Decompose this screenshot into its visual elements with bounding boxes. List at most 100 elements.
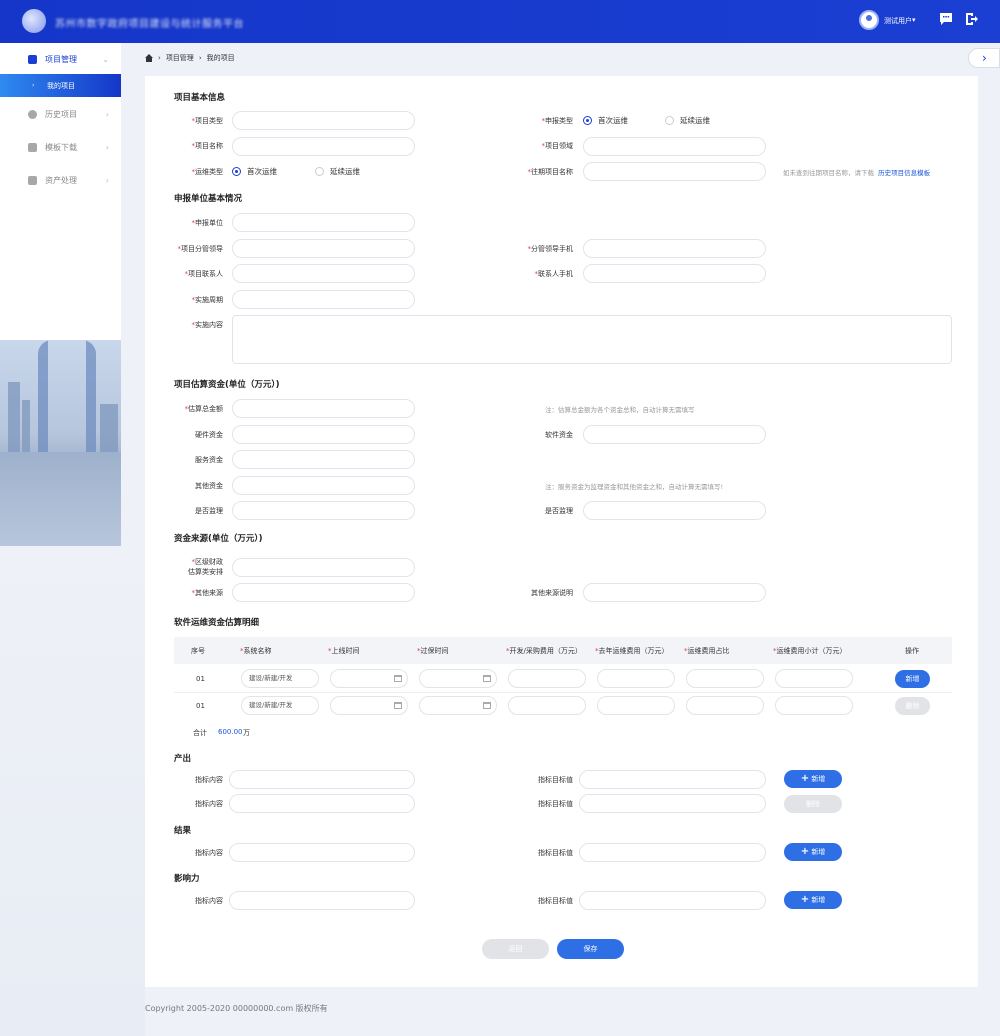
other-source-desc-input[interactable] xyxy=(583,583,766,602)
result-content-input[interactable] xyxy=(229,843,415,862)
breadcrumb-item[interactable]: 项目管理 xyxy=(166,53,194,63)
field-label: *项目领域 xyxy=(541,142,574,150)
delete-row-button[interactable]: 删除 xyxy=(895,697,930,715)
back-button[interactable]: 返回 xyxy=(482,939,549,959)
field-label: 指标目标值 xyxy=(538,800,573,808)
other-source-input[interactable] xyxy=(232,583,415,602)
field-label: *项目联系人 xyxy=(184,270,224,278)
system-name-input[interactable]: 建设/新建/开发 xyxy=(241,696,319,715)
output-target-input[interactable] xyxy=(579,770,766,789)
footer-copyright: Copyright 2005-2020 00000000.com 版权所有 xyxy=(145,1004,328,1013)
impact-target-input[interactable] xyxy=(579,891,766,910)
output-target-input[interactable] xyxy=(579,794,766,813)
dev-cost-input[interactable] xyxy=(508,696,586,715)
sidebar-item-template-download[interactable]: 模板下载 › xyxy=(0,131,121,163)
system-name-input[interactable]: 建设/新建/开发 xyxy=(241,669,319,688)
output-delete-button[interactable]: 删除 xyxy=(784,795,842,813)
field-label: *项目类型 xyxy=(191,117,224,125)
field-label: *估算总金额 xyxy=(184,405,224,413)
field-label: 指标目标值 xyxy=(538,776,573,784)
breadcrumb-item: 我的项目 xyxy=(206,54,235,62)
field-label: 指标内容 xyxy=(195,849,223,857)
dev-cost-input[interactable] xyxy=(508,669,586,688)
previous-project-select[interactable] xyxy=(583,162,766,181)
logout-icon[interactable] xyxy=(964,12,980,28)
contact-phone-input[interactable] xyxy=(583,264,766,283)
sidebar-item-project-management[interactable]: 项目管理 ⌄ xyxy=(0,43,121,75)
home-icon[interactable] xyxy=(145,54,153,62)
ops-ratio-input[interactable] xyxy=(686,696,764,715)
contact-input[interactable] xyxy=(232,264,415,283)
column-header: 序号 xyxy=(191,647,205,655)
period-input[interactable] xyxy=(232,290,415,309)
apply-type-radio-first[interactable]: 首次运维 xyxy=(583,115,628,126)
save-button[interactable]: 保存 xyxy=(557,939,624,959)
field-label: 是否监理 xyxy=(545,507,573,515)
leader-input[interactable] xyxy=(232,239,415,258)
supervise-select-right[interactable] xyxy=(583,501,766,520)
ops-subtotal-input[interactable] xyxy=(775,696,853,715)
total-unit: 万 xyxy=(243,729,250,737)
asset-icon xyxy=(28,175,37,185)
add-row-button[interactable]: 新增 xyxy=(895,670,930,688)
field-label: 服务资金 xyxy=(195,456,223,464)
column-header: *开发/采购费用（万元） xyxy=(506,647,582,655)
sidebar-item-my-projects[interactable]: › 我的项目 xyxy=(0,74,121,97)
hardware-input[interactable] xyxy=(232,425,415,444)
leader-phone-input[interactable] xyxy=(583,239,766,258)
sidebar-item-asset[interactable]: 资产处理 › xyxy=(0,164,121,196)
apply-unit-input[interactable] xyxy=(232,213,415,232)
output-content-input[interactable] xyxy=(229,770,415,789)
last-year-cost-input[interactable] xyxy=(597,669,675,688)
total-amount-input[interactable] xyxy=(232,399,415,418)
ops-type-radio-continue[interactable]: 延续运维 xyxy=(315,166,360,177)
other-fund-input[interactable] xyxy=(232,476,415,495)
apply-type-radio-continue[interactable]: 延续运维 xyxy=(665,115,710,126)
software-input[interactable] xyxy=(583,425,766,444)
ops-subtotal-input[interactable] xyxy=(775,669,853,688)
total-value: 600.00 xyxy=(218,728,243,736)
project-type-select[interactable] xyxy=(232,111,415,130)
field-label: 软件资金 xyxy=(545,431,573,439)
warranty-date-picker[interactable] xyxy=(419,696,497,715)
service-input[interactable] xyxy=(232,450,415,469)
section-title-result: 结果 xyxy=(174,826,192,836)
field-label: *区级财政 估算类安排 xyxy=(188,558,223,576)
download-icon xyxy=(28,142,37,152)
impact-content-input[interactable] xyxy=(229,891,415,910)
avatar[interactable] xyxy=(859,10,879,30)
section-title-output: 产出 xyxy=(174,754,192,764)
chevron-right-icon: › xyxy=(105,175,109,185)
content-textarea[interactable] xyxy=(232,315,952,364)
message-icon[interactable] xyxy=(938,12,954,28)
online-date-picker[interactable] xyxy=(330,669,408,688)
ops-ratio-input[interactable] xyxy=(686,669,764,688)
field-label: *实施周期 xyxy=(191,296,224,304)
breadcrumb-separator: › xyxy=(198,54,202,62)
ops-type-radio-first[interactable]: 首次运维 xyxy=(232,166,277,177)
project-domain-select[interactable] xyxy=(583,137,766,156)
last-year-cost-input[interactable] xyxy=(597,696,675,715)
result-target-input[interactable] xyxy=(579,843,766,862)
result-add-button[interactable]: + 新增 xyxy=(784,843,842,861)
plus-icon: + xyxy=(800,773,810,784)
total-note: 注：估算总金额为各个资金总和，自动计算无需填写 xyxy=(545,406,695,414)
project-name-input[interactable] xyxy=(232,137,415,156)
sidebar-item-history[interactable]: 历史项目 › xyxy=(0,98,121,130)
expand-panel-button[interactable]: › xyxy=(968,48,1000,68)
row-divider xyxy=(174,692,952,693)
output-content-input[interactable] xyxy=(229,794,415,813)
column-header: 操作 xyxy=(905,647,919,655)
warranty-date-picker[interactable] xyxy=(419,669,497,688)
output-add-button[interactable]: + 新增 xyxy=(784,770,842,788)
user-name[interactable]: 测试用户 xyxy=(884,16,912,26)
calendar-icon xyxy=(394,675,402,682)
online-date-picker[interactable] xyxy=(330,696,408,715)
district-fund-input[interactable] xyxy=(232,558,415,577)
history-template-link[interactable]: 历史项目信息模板 xyxy=(878,169,930,177)
impact-add-button[interactable]: + 新增 xyxy=(784,891,842,909)
supervise-select-left[interactable] xyxy=(232,501,415,520)
sidebar-item-label: 模板下载 xyxy=(45,142,77,152)
chevron-down-icon[interactable]: ▾ xyxy=(912,16,916,24)
radio-checked-icon xyxy=(583,116,592,125)
